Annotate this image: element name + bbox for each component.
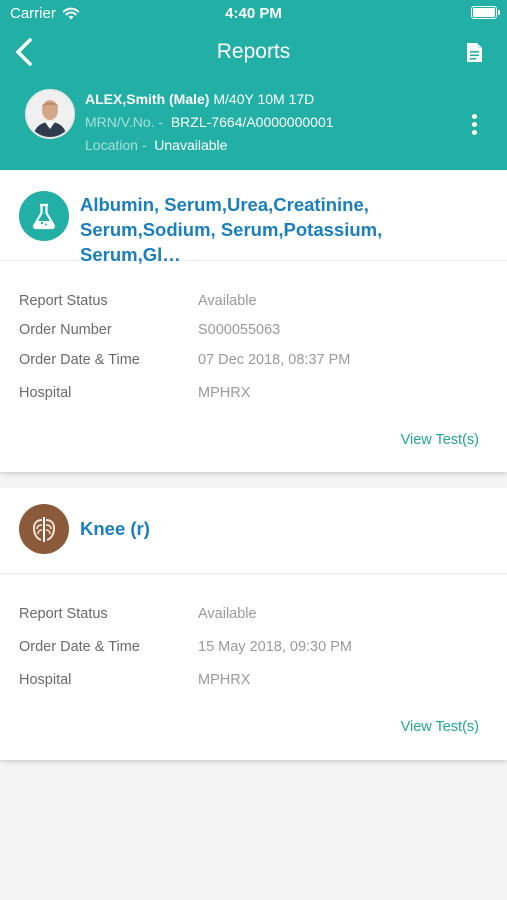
- report-title[interactable]: Knee (r): [80, 516, 483, 541]
- patient-age: M/40Y 10M 17D: [213, 91, 315, 107]
- patient-avatar: [25, 89, 75, 139]
- field-label: Order Date & Time: [19, 352, 140, 368]
- report-card[interactable]: Knee (r) Report Status Available Order D…: [0, 488, 507, 760]
- field-label: Hospital: [19, 672, 72, 688]
- app-header: Carrier 4:40 PM Reports ALEX,Smith (Male…: [0, 0, 507, 170]
- status-bar: Carrier 4:40 PM: [0, 0, 507, 28]
- report-title[interactable]: Albumin, Serum,Urea,Creatinine, Serum,So…: [80, 192, 483, 267]
- field-label: Report Status: [19, 606, 108, 622]
- mrn-value: BRZL-7664/A0000000001: [170, 114, 334, 130]
- field-label: Hospital: [19, 385, 72, 401]
- field-value: Available: [198, 293, 257, 309]
- mrn-label: MRN/V.No. -: [85, 114, 164, 130]
- field-label: Report Status: [19, 293, 108, 309]
- patient-name-line: ALEX,Smith (Male) M/40Y 10M 17D: [85, 91, 314, 107]
- ribcage-icon: [19, 504, 69, 554]
- field-value: 07 Dec 2018, 08:37 PM: [198, 352, 351, 368]
- field-value: S000055063: [198, 322, 281, 338]
- report-card-header: Knee (r): [0, 488, 507, 574]
- field-value: 15 May 2018, 09:30 PM: [198, 639, 352, 655]
- location-line: Location - Unavailable: [85, 137, 227, 153]
- view-tests-link[interactable]: View Test(s): [401, 719, 479, 735]
- location-value: Unavailable: [154, 137, 228, 153]
- person-photo-icon: [27, 91, 73, 137]
- more-options-icon[interactable]: [472, 114, 478, 136]
- field-label: Order Date & Time: [19, 639, 140, 655]
- location-label: Location -: [85, 137, 147, 153]
- battery-icon: [471, 6, 500, 19]
- clock: 4:40 PM: [225, 5, 282, 22]
- nav-bar: Reports: [0, 30, 507, 76]
- flask-icon: [19, 191, 69, 241]
- field-value: MPHRX: [198, 672, 251, 688]
- mrn-line: MRN/V.No. - BRZL-7664/A0000000001: [85, 114, 334, 130]
- patient-name: ALEX,Smith (Male): [85, 91, 210, 107]
- page-title: Reports: [216, 40, 291, 63]
- view-tests-link[interactable]: View Test(s): [401, 432, 479, 448]
- report-card[interactable]: Albumin, Serum,Urea,Creatinine, Serum,So…: [0, 170, 507, 472]
- field-value: Available: [198, 606, 257, 622]
- document-icon[interactable]: [466, 42, 483, 63]
- field-label: Order Number: [19, 322, 112, 338]
- patient-banner: ALEX,Smith (Male) M/40Y 10M 17D MRN/V.No…: [0, 88, 507, 158]
- field-value: MPHRX: [198, 385, 251, 401]
- report-card-header: Albumin, Serum,Urea,Creatinine, Serum,So…: [0, 170, 507, 265]
